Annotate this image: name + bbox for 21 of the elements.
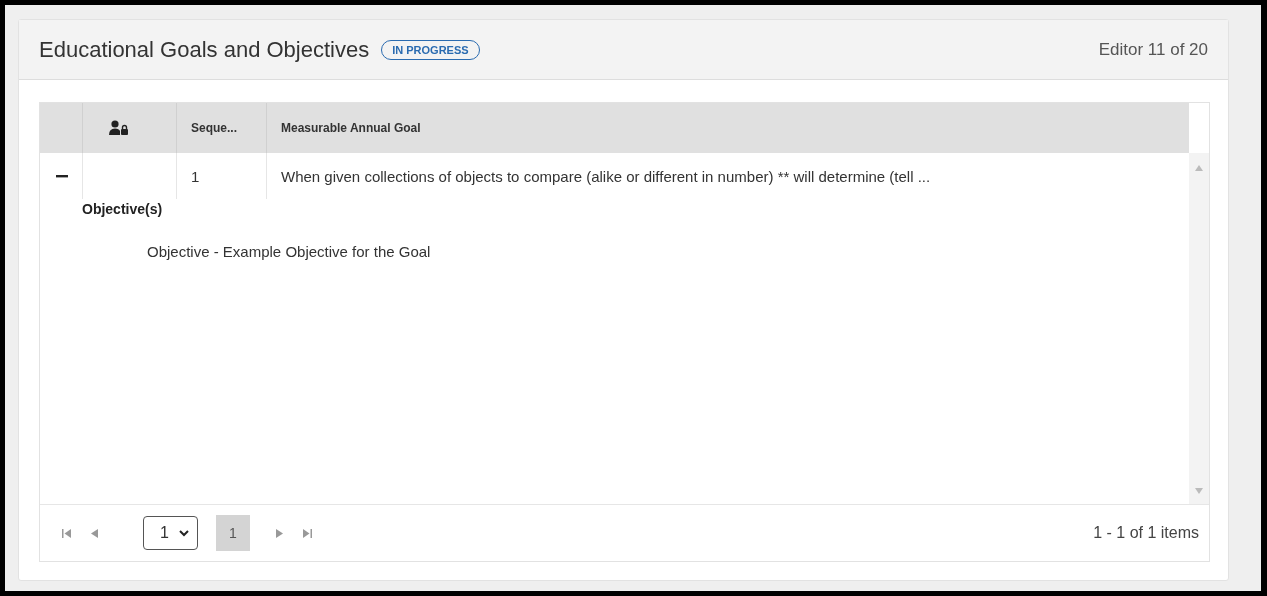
- page-title: Educational Goals and Objectives: [39, 36, 370, 63]
- scroll-down-icon[interactable]: [1195, 488, 1203, 494]
- minus-icon: [56, 174, 68, 178]
- editor-counter: Editor 11 of 20: [1098, 39, 1208, 60]
- objective-text: Objective - Example Objective for the Goal: [147, 243, 432, 260]
- column-header[interactable]: Seque...: [191, 121, 237, 135]
- user-lock-icon: [109, 120, 129, 136]
- scrollbar[interactable]: [1189, 153, 1209, 504]
- next-page-icon[interactable]: [275, 528, 283, 538]
- page-select[interactable]: 1: [143, 516, 198, 550]
- table-cell: 1: [191, 167, 200, 185]
- table-cell: When given collections of objects to compare (alike or different in number) ** will determine (tell ...: [281, 167, 931, 185]
- first-page-icon[interactable]: [62, 528, 71, 538]
- previous-page-icon[interactable]: [91, 528, 98, 538]
- items-summary: 1 - 1 of 1 items: [1093, 524, 1199, 542]
- page-button[interactable]: 1: [215, 515, 250, 551]
- scroll-up-icon[interactable]: [1195, 165, 1203, 171]
- chevron-down-icon: [178, 529, 189, 537]
- column-header[interactable]: Measurable Annual Goal: [281, 121, 421, 135]
- detail-heading: Objective(s): [82, 201, 164, 217]
- last-page-icon[interactable]: [302, 528, 312, 538]
